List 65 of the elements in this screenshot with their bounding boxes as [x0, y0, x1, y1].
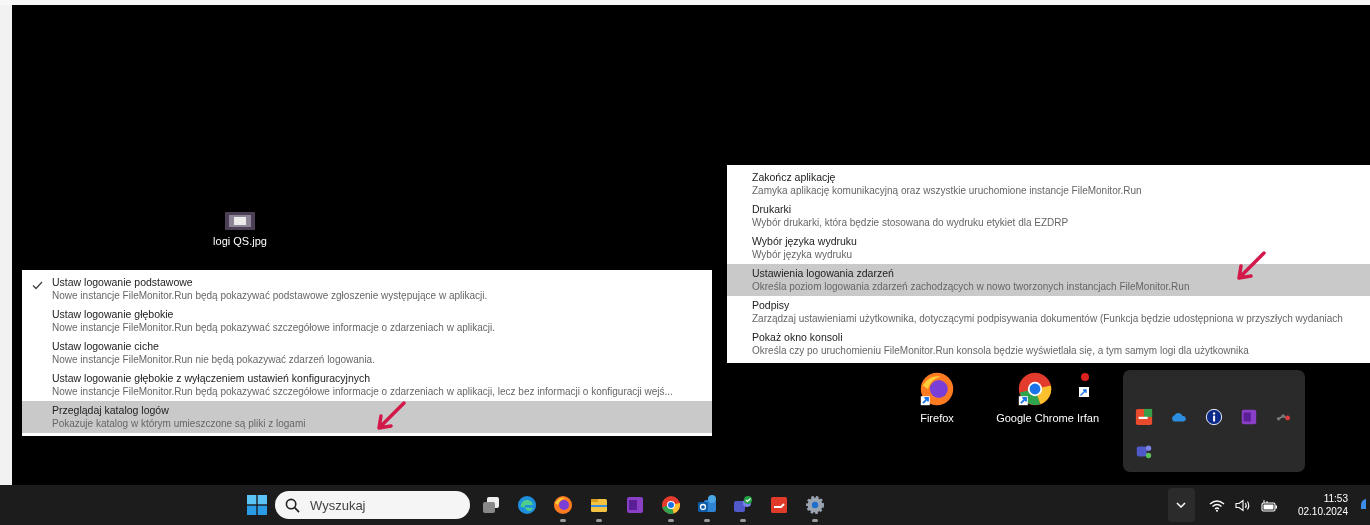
menu-item[interactable]: Ustaw logowanie głębokie Nowe instancje FileMonitor.Run będą pokazywać szczegółowe informacje o zdarzeniach w aplikacji.	[22, 305, 712, 337]
speaker-icon[interactable]	[1234, 498, 1251, 512]
wifi-icon[interactable]	[1208, 498, 1225, 512]
icon-label: Firefox	[920, 412, 954, 424]
browser-icon	[517, 495, 537, 515]
key-icon[interactable]	[1135, 408, 1154, 426]
arrow-icon	[1235, 250, 1267, 282]
settings-icon	[805, 495, 825, 515]
menu-item-description: Nowe instancje FileMonitor.Run nie będą pokazywać zdarzeń logowania.	[52, 354, 376, 365]
menu-item-title: Ustawienia logowania zdarzeń	[752, 267, 895, 279]
menu-item[interactable]: Wybór języka wydruku Wybór języka wydruku	[727, 232, 1370, 264]
menu-item-title: Pokaż okno konsoli	[752, 331, 844, 343]
date-text: 02.10.2024	[1297, 505, 1348, 518]
menu-item-description: Wybór języka wydruku	[752, 249, 853, 260]
menu-item-title: Przeglądaj katalog logów	[52, 404, 170, 416]
menu-item[interactable]: Podpisy Zarządzaj ustawieniami użytkownika, dotyczącymi podpisywania dokumentów (Funkcja będzie udostępniona w przyszłych wydaniach	[727, 296, 1370, 328]
menu-item[interactable]: Zakończ aplikację Zamyka aplikację komunikacyjną oraz wszystkie uruchomione instancje FileMonitor.Run	[727, 168, 1370, 200]
browser-icon	[919, 371, 955, 407]
browser-icon	[553, 495, 573, 515]
menu-item[interactable]: Pokaż okno konsoli Określa czy po uruchomieniu FileMonitor.Run konsola będzie wyświetlała się, a tym samym logi dla użytkownika	[727, 328, 1370, 360]
menu-item-description: Zamyka aplikację komunikacyjną oraz wszystkie uruchomione instancje FileMonitor.Run	[752, 185, 1143, 196]
menu-item[interactable]: Ustaw logowanie podstawowe Nowe instancje FileMonitor.Run będą pokazywać podstawowe zgłoszenie występujące w aplikacji.	[22, 273, 712, 305]
battery-icon[interactable]	[1260, 498, 1278, 512]
icon-label: logi QS.jpg	[213, 235, 267, 247]
menu-item-description: Nowe instancje FileMonitor.Run będą pokazywać podstawowe zgłoszenie występujące w aplikacji.	[52, 290, 489, 301]
browser-icon	[1017, 371, 1053, 407]
search-input[interactable]: Wyszukaj	[308, 496, 452, 514]
clock[interactable]: 11:53 02.10.2024	[1297, 492, 1348, 518]
icon-label: Google Chrome	[996, 412, 1074, 424]
show-hidden-icons-button[interactable]	[1167, 488, 1195, 522]
notebook-icon	[625, 495, 645, 515]
menu-item-description: Pokazuje katalog w którym umieszczone są pliki z logami	[52, 418, 307, 429]
menu-item-description: Określa poziom logowania zdarzeń zachodzących w nowo tworzonych instancjach FileMonitor.Run	[752, 281, 1191, 292]
menu-item[interactable]: Przeglądaj katalog logów Pokazuje katalog w którym umieszczone są pliki z logami	[22, 401, 712, 433]
icon-label: Irfan	[1077, 412, 1099, 424]
menu-item-title: Ustaw logowanie głębokie	[52, 308, 175, 320]
chevron-icon	[1176, 502, 1187, 508]
start-icon[interactable]	[247, 495, 267, 515]
menu-item-title: Zakończ aplikację	[752, 171, 837, 183]
menu-item[interactable]: Ustawienia logowania zdarzeń Określa poziom logowania zdarzeń zachodzących w nowo tworzonych instancjach FileMonitor.Run	[727, 264, 1370, 296]
image-file-icon	[225, 212, 255, 230]
menu-item-title: Wybór języka wydruku	[752, 235, 858, 247]
chat-icon	[733, 495, 753, 515]
menu-item-description: Wybór drukarki, która będzie stosowana do wydruku etykiet dla EZDRP	[752, 217, 1070, 228]
search-bar[interactable]: Wyszukaj	[275, 491, 470, 519]
menu-item-title: Podpisy	[752, 299, 791, 311]
menu-item[interactable]: Ustaw logowanie ciche Nowe instancje FileMonitor.Run nie będą pokazywać zdarzeń logowania.	[22, 337, 712, 369]
menu-item[interactable]: Drukarki Wybór drukarki, która będzie stosowana do wydruku etykiet dla EZDRP	[727, 200, 1370, 232]
browser-icon	[661, 495, 681, 515]
menu-item-title: Ustaw logowanie głębokie z wyłączeniem ustawień konfiguracyjnych	[52, 372, 372, 384]
arrow-icon	[375, 400, 407, 432]
time-text: 11:53	[1323, 492, 1348, 505]
menu-item-description: Określa czy po uruchomieniu FileMonitor.Run konsola będzie wyświetlała się, a tym samym logi dla użytkownika	[752, 345, 1250, 356]
app-icon	[769, 495, 789, 515]
menu-item-description: Zarządzaj ustawieniami użytkownika, dotyczącymi podpisywania dokumentów (Funkcja będzie udostępniona w przyszłych wydaniach	[752, 313, 1344, 324]
menu-item-description: Nowe instancje FileMonitor.Run będą pokazywać szczegółowe informacje o zdarzeniach w aplikacji, lecz bez informacji o konfiguracji wejś...	[52, 386, 674, 397]
menu-item-description: Nowe instancje FileMonitor.Run będą pokazywać szczegółowe informacje o zdarzeniach w aplikacji.	[52, 322, 496, 333]
notebook-icon[interactable]	[1239, 408, 1258, 426]
mail-icon	[697, 495, 717, 515]
menu-item-title: Drukarki	[752, 203, 793, 215]
search-icon	[285, 497, 300, 513]
task-view-icon	[481, 495, 501, 515]
info-icon[interactable]	[1205, 408, 1223, 426]
menu-item-title: Ustaw logowanie podstawowe	[52, 276, 194, 288]
menu-item-title: Ustaw logowanie ciche	[52, 340, 160, 352]
